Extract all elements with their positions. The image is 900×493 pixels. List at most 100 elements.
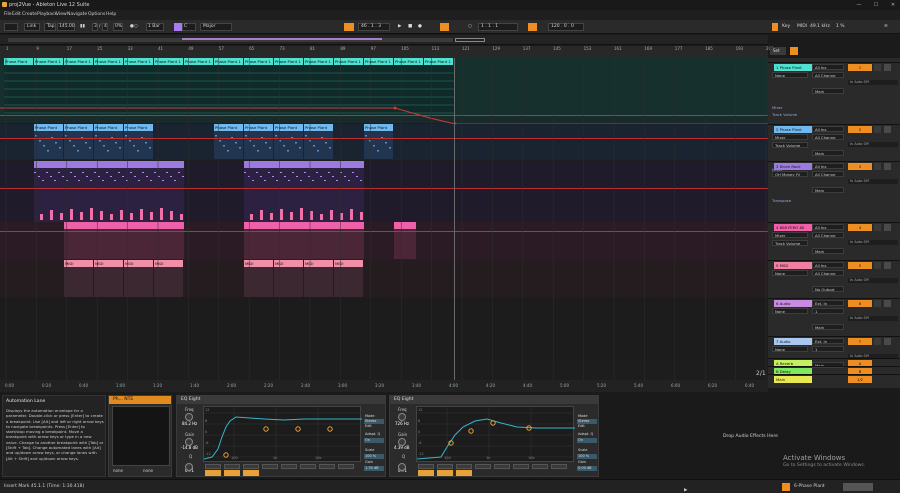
eq-graph[interactable] bbox=[416, 406, 575, 463]
clip-body[interactable] bbox=[334, 267, 363, 297]
clip-header[interactable]: Phase Plant 1 bbox=[304, 58, 333, 65]
clip-header[interactable]: Phase Plant bbox=[94, 124, 123, 131]
band-toggle[interactable] bbox=[532, 470, 548, 476]
loop-start-field[interactable]: 1 . 1 . 1 bbox=[478, 23, 518, 31]
arrangement-overview[interactable] bbox=[0, 35, 768, 45]
track-name[interactable]: 6 Audio bbox=[774, 300, 812, 307]
band-toggle[interactable] bbox=[300, 470, 316, 476]
drop-area[interactable]: Drop Audio Effects Here bbox=[723, 434, 778, 439]
clip-header[interactable]: MIDI bbox=[304, 260, 333, 267]
device-chooser[interactable]: None bbox=[772, 346, 808, 352]
play-icon[interactable]: ▶ bbox=[398, 20, 401, 34]
band-toggle[interactable] bbox=[418, 470, 434, 476]
clip-body[interactable] bbox=[64, 131, 93, 159]
menu-icon[interactable]: ≡ bbox=[884, 20, 888, 34]
band-filter-type[interactable] bbox=[418, 464, 434, 469]
band-toggle[interactable] bbox=[551, 470, 567, 476]
knob[interactable] bbox=[185, 438, 193, 446]
input-type-select[interactable]: All Ins bbox=[812, 163, 844, 169]
clip-body[interactable] bbox=[214, 131, 243, 159]
track-name[interactable]: 2 Phase Plant bbox=[774, 126, 812, 133]
clip-header[interactable]: Phase Plant 1 bbox=[424, 58, 453, 65]
solo-button[interactable] bbox=[874, 300, 881, 307]
clip-header[interactable] bbox=[394, 222, 416, 229]
clip-header[interactable]: Phase Plant bbox=[274, 124, 303, 131]
band-toggle[interactable] bbox=[224, 470, 240, 476]
clip-body[interactable] bbox=[34, 131, 63, 159]
link-button[interactable]: Link bbox=[24, 23, 40, 31]
input-channel-select[interactable]: All Channe bbox=[812, 270, 844, 276]
menu-edit[interactable]: Edit bbox=[12, 10, 21, 20]
eq-param-gain_out_val[interactable]: 0.00 dB bbox=[577, 466, 597, 471]
solo-button[interactable] bbox=[874, 163, 881, 170]
clip-body[interactable] bbox=[364, 131, 393, 159]
stop-icon[interactable]: ■ bbox=[408, 20, 412, 34]
automation-arm-button[interactable] bbox=[440, 23, 449, 31]
band-toggle[interactable] bbox=[205, 470, 221, 476]
eq-param-adapt_val[interactable]: On bbox=[577, 438, 597, 443]
clip-header[interactable]: Phase Plant 1 bbox=[94, 58, 123, 65]
arm-button[interactable] bbox=[884, 224, 891, 231]
menu-file[interactable]: File bbox=[4, 10, 12, 20]
device-chooser[interactable]: OH Money Fil bbox=[772, 171, 808, 177]
band-filter-type[interactable] bbox=[338, 464, 354, 469]
clip-header[interactable] bbox=[244, 161, 364, 168]
solo-button[interactable] bbox=[874, 224, 881, 231]
clip-header[interactable]: MIDI bbox=[274, 260, 303, 267]
device-chooser[interactable]: Mixer bbox=[772, 134, 808, 140]
track-header[interactable]: 4 808 FERO 80 All Ins All Channe Main Mixer 4… bbox=[768, 222, 900, 260]
clip-header[interactable]: Phase Plant bbox=[4, 58, 33, 65]
loop-off-icon[interactable]: ○ bbox=[468, 20, 472, 34]
clip-header[interactable]: MIDI bbox=[244, 260, 273, 267]
solo-button[interactable] bbox=[874, 262, 881, 269]
clip-header[interactable]: Phase Plant 1 bbox=[34, 58, 63, 65]
clip-header[interactable]: Phase Plant bbox=[64, 124, 93, 131]
clip-body[interactable] bbox=[244, 229, 364, 259]
menu-playback[interactable]: Playback bbox=[37, 10, 57, 20]
clip-header[interactable]: Phase Plant bbox=[304, 124, 333, 131]
track-name[interactable]: 1 Phase Plant bbox=[774, 64, 812, 71]
close-button[interactable]: ✕ bbox=[889, 0, 897, 10]
track-header[interactable]: A Reverb A bbox=[768, 358, 900, 367]
input-channel-select[interactable]: All Channe bbox=[812, 171, 844, 177]
eq-eight-1[interactable]: EQ EightFreq84.2 HzGain-14.8 dBQ0.711260… bbox=[176, 395, 386, 477]
band-filter-type[interactable] bbox=[262, 464, 278, 469]
clip-header[interactable]: Phase Plant bbox=[364, 124, 393, 131]
clip-header[interactable] bbox=[64, 222, 184, 229]
clip-header[interactable]: MIDI bbox=[334, 260, 363, 267]
monitor-selector[interactable]: In Auto Off bbox=[848, 142, 898, 147]
follow-button[interactable] bbox=[344, 23, 354, 31]
eq-param-scale_val[interactable]: 100 % bbox=[577, 454, 597, 459]
band-filter-type[interactable] bbox=[205, 464, 221, 469]
input-channel-select[interactable]: 1 bbox=[812, 308, 844, 314]
band-toggle[interactable] bbox=[494, 470, 510, 476]
track-name[interactable]: 4 808 FERO 80 bbox=[774, 224, 812, 231]
eq-graph[interactable] bbox=[203, 406, 362, 463]
record-mode-icon[interactable]: ●○ bbox=[130, 20, 138, 34]
output-select[interactable]: Main bbox=[812, 187, 844, 193]
tempo-field[interactable]: 145.00 bbox=[57, 23, 75, 31]
track-header[interactable]: 1 Phase Plant All Ins All Channe Main None 1 I… bbox=[768, 62, 900, 124]
monitor-selector[interactable]: In Auto Off bbox=[848, 179, 898, 184]
automation-param[interactable]: Track Volume bbox=[772, 142, 808, 148]
clip-body[interactable] bbox=[244, 168, 364, 222]
input-channel-select[interactable]: All Channe bbox=[812, 72, 844, 78]
menu-options[interactable]: Options bbox=[88, 10, 105, 20]
band-toggle[interactable] bbox=[437, 470, 453, 476]
monitor-selector[interactable]: In Auto Off bbox=[848, 240, 898, 245]
eq-title[interactable]: EQ Eight bbox=[390, 396, 598, 404]
monitor-selector[interactable]: In Auto Off bbox=[848, 278, 898, 283]
clip-header[interactable]: Phase Plant 1 bbox=[364, 58, 393, 65]
view-toggle-button[interactable] bbox=[4, 23, 18, 31]
set-button[interactable]: Set bbox=[770, 47, 786, 55]
input-type-select[interactable]: All Ins bbox=[812, 64, 844, 70]
clip-body[interactable] bbox=[394, 229, 416, 259]
eq-param-gain_out_val[interactable]: 1.30 dB bbox=[364, 466, 384, 471]
time-sig-numerator[interactable]: 3 bbox=[92, 23, 98, 31]
time-ruler[interactable]: 2/1 0:00 0:20 0:40 1:00 1:20 1:40 2:00 2:20 2:40… bbox=[0, 370, 828, 392]
rack-title[interactable]: Ph... NTE bbox=[109, 396, 171, 404]
eq-param-scale_val[interactable]: 100 % bbox=[364, 454, 384, 459]
input-channel-select[interactable]: All Channe bbox=[812, 134, 844, 140]
clip-header[interactable]: Phase Plant 1 bbox=[124, 58, 153, 65]
scale-select[interactable]: Major bbox=[200, 23, 232, 31]
